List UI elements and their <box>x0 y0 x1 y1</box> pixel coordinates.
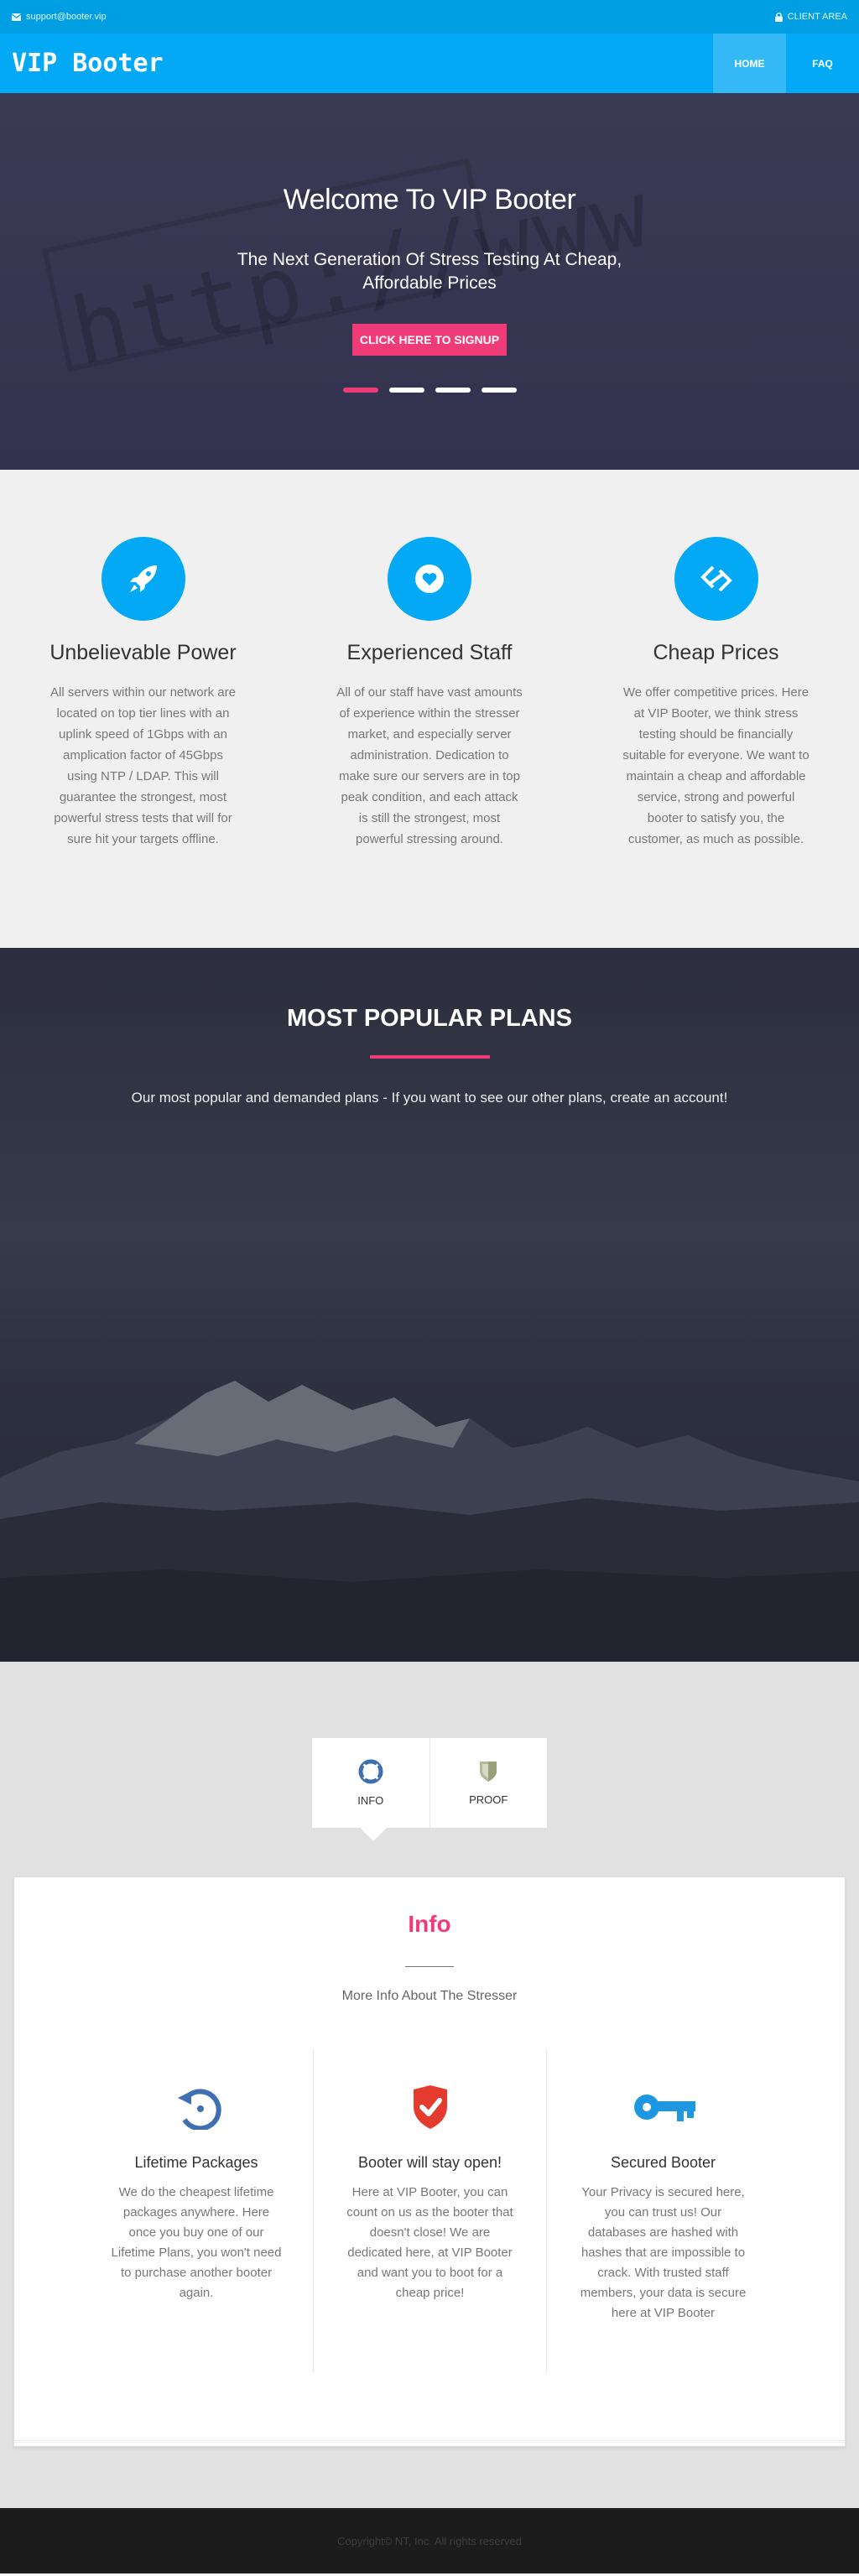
plans-text: Our most popular and demanded plans - If… <box>131 1090 728 1106</box>
tab-proof-label: PROOF <box>469 1793 508 1806</box>
column-text: Your Privacy is secured here, you can tr… <box>580 2185 747 2320</box>
link-icon <box>674 537 758 621</box>
site-logo[interactable]: VIP Booter <box>12 34 164 93</box>
card-footer-lines <box>14 2440 845 2443</box>
column-title: Booter will stay open! <box>357 2154 502 2171</box>
copyright-text: Copyright© NT, Inc. All rights reserved <box>337 2534 522 2547</box>
feature-title: Unbelievable Power <box>49 641 237 664</box>
lifebuoy-icon <box>358 1759 383 1784</box>
plans-divider <box>369 1055 490 1059</box>
support-email-text: support@booter.vip <box>26 12 107 22</box>
feature-staff: Experienced Staff All of our staff have … <box>287 537 573 948</box>
feature-title: Experienced Staff <box>346 641 513 664</box>
client-area-link[interactable]: CLIENT AREA <box>774 12 847 22</box>
info-section: INFO PROOF Info More Info About The Stre… <box>0 1662 859 2508</box>
top-bar: support@booter.vip CLIENT AREA <box>0 0 859 34</box>
column-text: Here at VIP Booter, you can count on us … <box>346 2185 513 2300</box>
plans-section: MOST POPULAR PLANS Our most popular and … <box>0 948 859 1662</box>
main-nav: HOME FAQ <box>713 34 859 93</box>
slider-dot-1[interactable] <box>342 388 378 393</box>
tab-proof[interactable]: PROOF <box>429 1738 548 1828</box>
info-tabs: INFO PROOF <box>312 1738 548 1841</box>
slider-dot-4[interactable] <box>481 388 517 393</box>
column-title: Secured Booter <box>610 2154 716 2171</box>
site-footer: Copyright© NT, Inc. All rights reserved <box>0 2508 859 2573</box>
slider-dot-2[interactable] <box>388 388 424 393</box>
tab-info[interactable]: INFO <box>312 1738 430 1828</box>
nav-faq[interactable]: FAQ <box>786 34 859 93</box>
heart-icon <box>388 537 471 621</box>
signup-button[interactable]: CLICK HERE TO SIGNUP <box>351 324 508 356</box>
rocket-icon <box>101 537 185 621</box>
site-header: VIP Booter HOME FAQ <box>0 34 859 93</box>
client-area-text: CLIENT AREA <box>787 12 847 22</box>
tab-info-label: INFO <box>357 1794 384 1807</box>
info-card: Info More Info About The Stresser Lifeti… <box>13 1876 846 2447</box>
info-subtitle: More Info About The Stresser <box>341 1989 518 2003</box>
column-text: We do the cheapest lifetime packages any… <box>111 2185 282 2300</box>
history-icon <box>178 2089 221 2131</box>
feature-text: All of our staff have vast amounts of ex… <box>336 685 523 846</box>
mountain-background-image <box>0 1381 859 1662</box>
support-email[interactable]: support@booter.vip <box>12 12 107 22</box>
feature-text: We offer competitive prices. Here at VIP… <box>622 685 810 846</box>
plans-title: MOST POPULAR PLANS <box>287 1005 572 1032</box>
info-divider <box>405 1966 454 1967</box>
feature-power: Unbelievable Power All servers within ou… <box>0 537 286 948</box>
shield-icon <box>480 1762 497 1782</box>
shield-check-icon <box>413 2085 447 2129</box>
features-section: Unbelievable Power All servers within ou… <box>0 470 859 948</box>
info-columns: Lifetime Packages We do the cheapest lif… <box>14 2049 845 2372</box>
active-tab-pointer <box>360 1828 387 1841</box>
envelope-icon <box>12 13 21 21</box>
info-column-open: Booter will stay open! Here at VIP Boote… <box>313 2049 546 2372</box>
info-title: Info <box>408 1911 451 1937</box>
hero-subtitle: The Next Generation Of Stress Testing At… <box>237 250 622 293</box>
slider-dots <box>0 388 859 393</box>
feature-title: Cheap Prices <box>653 641 779 664</box>
hero-title: Welcome To VIP Booter <box>283 184 576 216</box>
info-column-lifetime: Lifetime Packages We do the cheapest lif… <box>80 2049 313 2372</box>
info-column-secured: Secured Booter Your Privacy is secured h… <box>546 2049 779 2372</box>
feature-prices: Cheap Prices We offer competitive prices… <box>573 537 859 948</box>
slider-dot-3[interactable] <box>435 388 471 393</box>
lock-icon <box>774 12 783 22</box>
key-icon <box>633 2095 695 2121</box>
feature-text: All servers within our network are locat… <box>50 685 236 846</box>
column-title: Lifetime Packages <box>134 2154 258 2171</box>
hero-slider: http://www Welcome To VIP Booter The Nex… <box>0 93 859 470</box>
nav-home[interactable]: HOME <box>713 34 786 93</box>
